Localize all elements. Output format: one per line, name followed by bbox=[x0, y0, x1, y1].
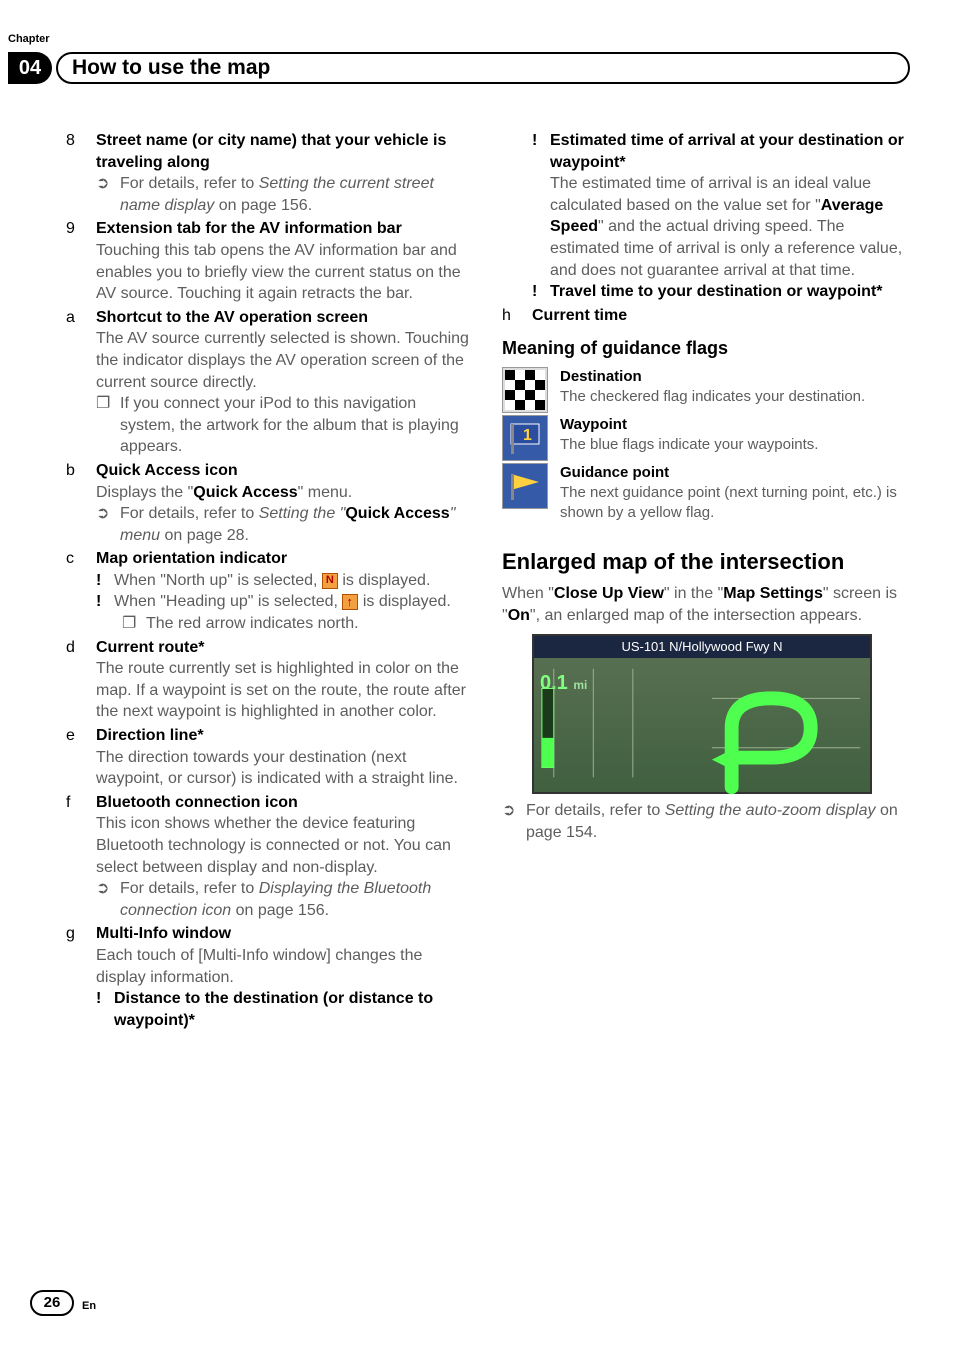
enlarged-heading: Enlarged map of the intersection bbox=[502, 547, 910, 577]
item-12-b2: When "Heading up" is selected, is displa… bbox=[114, 591, 451, 613]
flag-way-body: The blue flags indicate your waypoints. bbox=[560, 435, 910, 455]
item-16-cont: !Estimated time of arrival at your desti… bbox=[502, 130, 910, 303]
item-13-body: The route currently set is highlighted i… bbox=[96, 658, 474, 723]
flag-destination: DestinationThe checkered flag indicates … bbox=[502, 367, 910, 413]
bullet-icon: ! bbox=[96, 570, 106, 592]
bullet-icon: ! bbox=[532, 281, 542, 303]
item-16: g Multi-Info window Each touch of [Multi-… bbox=[66, 923, 474, 1031]
item-8-ref: For details, refer to Setting the curren… bbox=[120, 173, 474, 216]
item-10-num: a bbox=[66, 307, 88, 329]
flag-guide-body: The next guidance point (next turning po… bbox=[560, 483, 910, 524]
item-16-b3: Travel time to your destination or waypo… bbox=[550, 281, 883, 303]
chapter-label: Chapter bbox=[8, 32, 50, 47]
item-13-title: Current route* bbox=[96, 637, 204, 659]
item-11-num: b bbox=[66, 460, 88, 482]
item-16-b1: Distance to the destination (or distance… bbox=[114, 988, 474, 1031]
item-15-ref: For details, refer to Displaying the Blu… bbox=[120, 878, 474, 921]
item-12-num: c bbox=[66, 548, 88, 570]
item-15-body: This icon shows whether the device featu… bbox=[96, 813, 474, 878]
flag-dest-body: The checkered flag indicates your destin… bbox=[560, 387, 910, 407]
item-11: b Quick Access icon Displays the "Quick A… bbox=[66, 460, 474, 546]
chapter-number: 04 bbox=[8, 52, 52, 84]
screenshot-road-name: US-101 N/Hollywood Fwy N bbox=[621, 638, 782, 656]
svg-text:1: 1 bbox=[523, 427, 532, 444]
item-11-title: Quick Access icon bbox=[96, 460, 238, 482]
item-14-num: e bbox=[66, 725, 88, 747]
item-17-title: Current time bbox=[532, 305, 627, 327]
item-16-body: Each touch of [Multi-Info window] change… bbox=[96, 945, 474, 988]
item-14-title: Direction line* bbox=[96, 725, 204, 747]
bullet-icon: ! bbox=[96, 988, 106, 1031]
flag-dest-title: Destination bbox=[560, 367, 910, 387]
destination-flag-icon bbox=[502, 367, 548, 413]
item-9-body: Touching this tab opens the AV informati… bbox=[96, 240, 474, 305]
bullet-icon: ! bbox=[96, 591, 106, 613]
item-13: d Current route* The route currently set … bbox=[66, 637, 474, 723]
flag-guidance: Guidance pointThe next guidance point (n… bbox=[502, 463, 910, 524]
item-10-note: If you connect your iPod to this navigat… bbox=[120, 393, 474, 458]
page-lang: En bbox=[82, 1299, 96, 1314]
item-16-b2-body: The estimated time of arrival is an idea… bbox=[550, 173, 910, 281]
flag-way-title: Waypoint bbox=[560, 415, 910, 435]
item-10-body: The AV source currently selected is show… bbox=[96, 328, 474, 393]
item-15: f Bluetooth connection icon This icon sho… bbox=[66, 792, 474, 922]
waypoint-flag-icon: 1 bbox=[502, 415, 548, 461]
main-content: 8Street name (or city name) that your ve… bbox=[66, 130, 910, 1272]
heading-up-icon bbox=[342, 594, 358, 610]
flag-waypoint: 1 WaypointThe blue flags indicate your w… bbox=[502, 415, 910, 461]
item-8-num: 8 bbox=[66, 130, 88, 173]
bullet-icon: ! bbox=[532, 130, 542, 173]
ref-icon: ➲ bbox=[96, 878, 112, 921]
note-icon: ❐ bbox=[96, 393, 112, 458]
ref-icon: ➲ bbox=[96, 173, 112, 216]
flag-guide-title: Guidance point bbox=[560, 463, 910, 483]
item-9-num: 9 bbox=[66, 218, 88, 240]
item-15-num: f bbox=[66, 792, 88, 814]
ref-icon: ➲ bbox=[502, 800, 518, 843]
north-up-icon bbox=[322, 573, 338, 589]
item-12-b1: When "North up" is selected, is displaye… bbox=[114, 570, 430, 592]
item-16-num: g bbox=[66, 923, 88, 945]
enlarged-ref: For details, refer to Setting the auto-z… bbox=[526, 800, 910, 843]
item-9: 9 Extension tab for the AV information ba… bbox=[66, 218, 474, 304]
guidance-flag-icon bbox=[502, 463, 548, 509]
item-15-title: Bluetooth connection icon bbox=[96, 792, 298, 814]
item-13-num: d bbox=[66, 637, 88, 659]
page-title: How to use the map bbox=[56, 52, 910, 84]
item-8: 8Street name (or city name) that your ve… bbox=[66, 130, 474, 216]
item-14-body: The direction towards your destination (… bbox=[96, 747, 474, 790]
item-9-title: Extension tab for the AV information bar bbox=[96, 218, 402, 240]
item-14: e Direction line* The direction towards y… bbox=[66, 725, 474, 790]
item-12-note: The red arrow indicates north. bbox=[146, 613, 359, 635]
item-12-title: Map orientation indicator bbox=[96, 548, 287, 570]
enlarged-para: When "Close Up View" in the "Map Setting… bbox=[502, 583, 910, 626]
page-number: 26 bbox=[30, 1290, 74, 1316]
item-11-body: Displays the "Quick Access" menu. bbox=[96, 482, 474, 504]
item-11-ref: For details, refer to Setting the "Quick… bbox=[120, 503, 474, 546]
ref-icon: ➲ bbox=[96, 503, 112, 546]
item-16-title: Multi-Info window bbox=[96, 923, 231, 945]
item-16-b2: Estimated time of arrival at your destin… bbox=[550, 130, 910, 173]
intersection-screenshot: US-101 N/Hollywood Fwy N 0.1 mi bbox=[532, 634, 872, 794]
item-17-num: h bbox=[502, 305, 524, 327]
item-17: h Current time bbox=[502, 305, 910, 327]
flags-heading: Meaning of guidance flags bbox=[502, 336, 910, 360]
item-10: a Shortcut to the AV operation screen The… bbox=[66, 307, 474, 458]
item-12: c Map orientation indicator ! When "North … bbox=[66, 548, 474, 634]
item-8-title: Street name (or city name) that your veh… bbox=[96, 130, 474, 173]
item-10-title: Shortcut to the AV operation screen bbox=[96, 307, 368, 329]
note-icon: ❐ bbox=[122, 613, 138, 635]
